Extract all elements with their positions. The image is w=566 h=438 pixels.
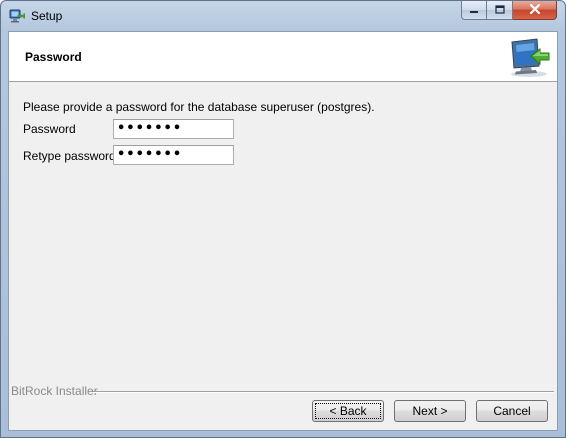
- minimize-button[interactable]: [461, 1, 487, 20]
- back-button-label: < Back: [329, 404, 367, 418]
- retype-password-label: Retype password: [23, 149, 116, 163]
- caption-buttons: [461, 1, 557, 21]
- close-icon: [529, 3, 541, 17]
- password-input[interactable]: •••••••: [113, 119, 234, 139]
- cancel-button[interactable]: Cancel: [476, 400, 548, 422]
- setup-computer-icon: [9, 8, 26, 24]
- page-title: Password: [25, 50, 82, 64]
- password-description: Please provide a password for the databa…: [23, 100, 375, 114]
- maximize-icon: [494, 3, 505, 17]
- cancel-button-label: Cancel: [493, 404, 531, 418]
- password-label: Password: [23, 122, 76, 136]
- minimize-icon: [469, 3, 479, 17]
- next-button[interactable]: Next >: [394, 400, 466, 422]
- monitor-arrow-icon: [507, 36, 551, 78]
- footer-divider: [93, 391, 554, 393]
- window-bottom-border: [1, 430, 565, 437]
- wizard-header: Password: [9, 32, 557, 82]
- close-button[interactable]: [513, 1, 557, 20]
- setup-window: Setup Password Please provide a password…: [0, 0, 566, 438]
- retype-password-input[interactable]: •••••••: [113, 145, 234, 165]
- installer-brand-label: BitRock Installer: [11, 384, 98, 398]
- title-bar[interactable]: Setup: [1, 1, 565, 31]
- window-title: Setup: [31, 9, 63, 23]
- next-button-label: Next >: [412, 404, 448, 418]
- wizard-client-area: Password Please provide a password for t…: [8, 31, 558, 431]
- back-button[interactable]: < Back: [312, 400, 384, 422]
- maximize-button[interactable]: [487, 1, 513, 20]
